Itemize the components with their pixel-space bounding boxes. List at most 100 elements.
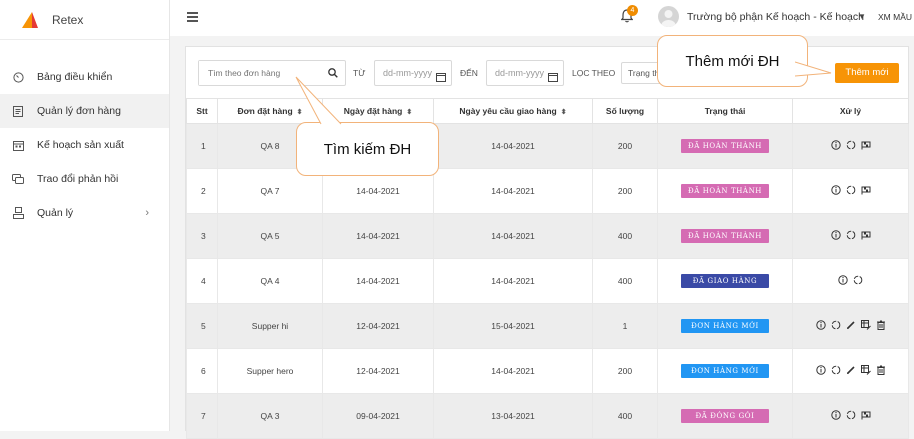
refresh-icon[interactable] xyxy=(846,410,856,420)
status-badge: ĐÃ HOÀN THÀNH xyxy=(681,184,769,198)
date-placeholder: dd-mm-yyyy xyxy=(495,68,544,78)
cell-status: ĐÃ HOÀN THÀNH xyxy=(657,123,793,169)
add-callout-pointer xyxy=(795,61,832,77)
callout-text: Tìm kiếm ĐH xyxy=(323,140,412,158)
table-row[interactable]: 2 QA 7 14-04-2021 14-04-2021 200 ĐÃ HOÀN… xyxy=(186,168,909,214)
sidebar-item-dashboard[interactable]: Bảng điều khiển xyxy=(0,60,169,94)
flag-icon[interactable] xyxy=(861,410,871,420)
refresh-icon[interactable] xyxy=(846,230,856,240)
cell-stt: 4 xyxy=(186,258,218,304)
cell-required-date: 13-04-2021 xyxy=(433,393,593,439)
cell-order-date: 14-04-2021 xyxy=(322,258,434,304)
chat-icon xyxy=(12,173,24,185)
table-body: 1 QA 8 14-04-2021 200 ĐÃ HOÀN THÀNH 2 QA… xyxy=(186,123,909,439)
cell-status: ĐÃ HOÀN THÀNH xyxy=(657,213,793,259)
edit-icon[interactable] xyxy=(846,365,856,375)
orders-table: Stt Đơn đặt hàng ⬍ Ngày đặt hàng ⬍ Ngày yê… xyxy=(186,98,909,439)
avatar[interactable] xyxy=(658,6,679,27)
refresh-icon[interactable] xyxy=(831,320,841,330)
search-callout: Tìm kiếm ĐH xyxy=(296,122,439,176)
col-header-label: Ngày yêu cầu giao hàng xyxy=(459,106,557,116)
clipboard-icon xyxy=(12,105,24,117)
table-row[interactable]: 3 QA 5 14-04-2021 14-04-2021 400 ĐÃ HOÀN… xyxy=(186,213,909,259)
grid-edit-icon[interactable] xyxy=(860,365,871,375)
col-header-quantity: Số lượng xyxy=(592,98,658,124)
cell-stt: 3 xyxy=(186,213,218,259)
col-header-required-date[interactable]: Ngày yêu cầu giao hàng ⬍ xyxy=(433,98,593,124)
grid-edit-icon[interactable] xyxy=(860,320,871,330)
flag-icon[interactable] xyxy=(861,230,871,240)
logo[interactable]: Retex xyxy=(0,0,169,40)
status-badge: ĐÃ HOÀN THÀNH xyxy=(681,229,769,243)
cell-order: QA 4 xyxy=(217,258,323,304)
cell-required-date: 15-04-2021 xyxy=(433,303,593,349)
user-settings-icon xyxy=(12,207,24,219)
cell-required-date: 14-04-2021 xyxy=(433,348,593,394)
cell-stt: 7 xyxy=(186,393,218,439)
table-row[interactable]: 7 QA 3 09-04-2021 13-04-2021 400 ĐÃ ĐÓNG… xyxy=(186,393,909,439)
table-row[interactable]: 4 QA 4 14-04-2021 14-04-2021 400 ĐÃ GIAO… xyxy=(186,258,909,304)
status-badge: ĐÃ GIAO HÀNG xyxy=(681,274,769,288)
cell-required-date: 14-04-2021 xyxy=(433,213,593,259)
sidebar-nav: Bảng điều khiển Quản lý đơn hàng Kế hoạc… xyxy=(0,60,169,230)
cell-order: QA 5 xyxy=(217,213,323,259)
add-order-callout: Thêm mới ĐH xyxy=(657,35,808,87)
refresh-icon[interactable] xyxy=(846,185,856,195)
cell-quantity: 200 xyxy=(592,348,658,394)
sidebar-item-feedback[interactable]: Trao đổi phản hồi xyxy=(0,162,169,196)
user-name[interactable]: Trường bộ phận Kế hoạch - Kế hoạch xyxy=(687,11,864,23)
info-icon[interactable] xyxy=(838,275,848,285)
sort-icon[interactable]: ⬍ xyxy=(406,109,412,116)
cell-actions xyxy=(792,303,909,349)
menu-icon[interactable] xyxy=(187,12,198,24)
flag-icon[interactable] xyxy=(861,140,871,150)
edit-icon[interactable] xyxy=(846,320,856,330)
sidebar-item-label: Kế hoạch sản xuất xyxy=(37,139,124,151)
cell-quantity: 400 xyxy=(592,393,658,439)
search-callout-pointer xyxy=(295,76,342,125)
table-row[interactable]: 6 Supper hero 12-04-2021 14-04-2021 200 … xyxy=(186,348,909,394)
col-header-stt: Stt xyxy=(186,98,218,124)
sidebar-item-orders[interactable]: Quản lý đơn hàng xyxy=(0,94,169,128)
cell-stt: 2 xyxy=(186,168,218,214)
flag-icon[interactable] xyxy=(861,185,871,195)
sort-icon[interactable]: ⬍ xyxy=(561,109,567,116)
sidebar-item-management[interactable]: Quản lý › xyxy=(0,196,169,230)
info-icon[interactable] xyxy=(830,185,841,195)
refresh-icon[interactable] xyxy=(853,275,863,285)
cell-order-date: 14-04-2021 xyxy=(322,213,434,259)
to-date-input[interactable]: dd-mm-yyyy xyxy=(486,60,564,86)
trash-icon[interactable] xyxy=(876,320,886,330)
info-icon[interactable] xyxy=(830,140,841,150)
status-badge: ĐƠN HÀNG MỚI xyxy=(681,319,769,333)
chevron-right-icon: › xyxy=(145,207,149,219)
sidebar-item-label: Trao đổi phản hồi xyxy=(37,173,119,185)
cell-stt: 6 xyxy=(186,348,218,394)
from-date-input[interactable]: dd-mm-yyyy xyxy=(374,60,452,86)
calendar-icon[interactable] xyxy=(436,67,446,91)
table-row[interactable]: 5 Supper hi 12-04-2021 15-04-2021 1 ĐƠN … xyxy=(186,303,909,349)
callout-text: Thêm mới ĐH xyxy=(685,52,780,70)
cell-actions xyxy=(792,168,909,214)
refresh-icon[interactable] xyxy=(846,140,856,150)
refresh-icon[interactable] xyxy=(831,365,841,375)
caret-down-icon[interactable]: ▼ xyxy=(858,12,866,21)
info-icon[interactable] xyxy=(830,410,841,420)
info-icon[interactable] xyxy=(830,230,841,240)
info-icon[interactable] xyxy=(815,365,826,375)
sidebar-item-production-plan[interactable]: Kế hoạch sản xuất xyxy=(0,128,169,162)
to-label: ĐẾN xyxy=(460,68,478,78)
user-extra[interactable]: XM MẦU xyxy=(878,12,912,22)
trash-icon[interactable] xyxy=(876,365,886,375)
cell-stt: 1 xyxy=(186,123,218,169)
sidebar-item-label: Quản lý xyxy=(37,207,74,219)
col-header-actions: Xử lý xyxy=(792,98,909,124)
cell-quantity: 200 xyxy=(592,123,658,169)
info-icon[interactable] xyxy=(815,320,826,330)
from-label: TỪ xyxy=(353,68,366,78)
table-row[interactable]: 1 QA 8 14-04-2021 200 ĐÃ HOÀN THÀNH xyxy=(186,123,909,169)
cell-status: ĐÃ HOÀN THÀNH xyxy=(657,168,793,214)
cell-quantity: 400 xyxy=(592,213,658,259)
calendar-icon[interactable] xyxy=(548,67,558,91)
add-order-button[interactable]: Thêm mới xyxy=(835,63,899,83)
